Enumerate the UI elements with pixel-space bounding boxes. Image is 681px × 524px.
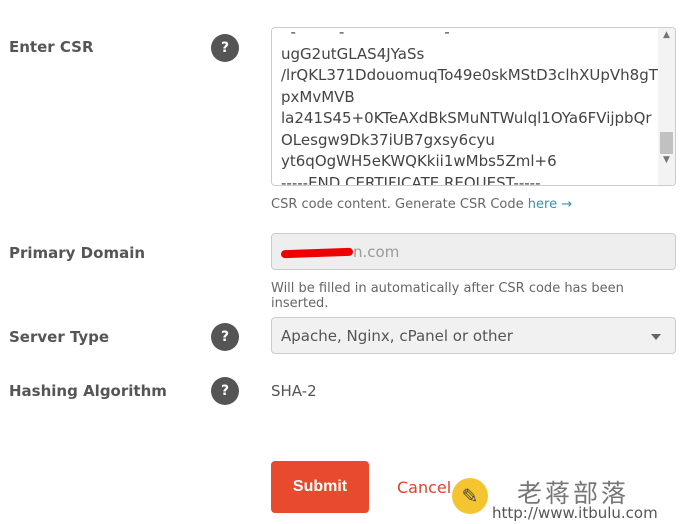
server-type-select[interactable]: Apache, Nginx, cPanel or other (271, 317, 676, 354)
hashing-label: Hashing Algorithm (9, 382, 167, 400)
watermark-pencil-icon: ✎ (452, 478, 488, 514)
hashing-value: SHA-2 (271, 382, 317, 400)
csr-hint: CSR code content. Generate CSR Code here… (271, 197, 573, 212)
csr-textarea[interactable]: - - - ugG2utGLAS4JYaSs/lrQKL371DdouomuqTo… (271, 27, 676, 186)
submit-button[interactable]: Submit (271, 461, 369, 513)
server-type-label: Server Type (9, 328, 110, 346)
textarea-scrollbar[interactable]: ▲ ▼ (658, 28, 675, 185)
generate-csr-link[interactable]: here → (528, 197, 572, 212)
csr-content: - - - ugG2utGLAS4JYaSs/lrQKL371DdouomuqTo… (281, 27, 658, 186)
hashing-help-icon[interactable]: ? (211, 377, 239, 405)
scroll-up-icon[interactable]: ▲ (658, 30, 675, 40)
server-help-icon[interactable]: ? (211, 323, 239, 351)
domain-label: Primary Domain (9, 244, 146, 262)
scroll-down-icon[interactable]: ▼ (658, 155, 675, 165)
csr-help-icon[interactable]: ? (211, 34, 239, 62)
domain-hint: Will be filled in automatically after CS… (271, 281, 624, 311)
csr-label: Enter CSR (9, 38, 94, 56)
scrollbar-thumb[interactable] (660, 132, 673, 154)
cancel-link[interactable]: Cancel (397, 478, 451, 497)
watermark-url: http://www.itbulu.com (492, 504, 658, 522)
chevron-down-icon (651, 334, 661, 340)
redaction-scribble (280, 247, 354, 258)
primary-domain-input: n.com (271, 233, 676, 270)
